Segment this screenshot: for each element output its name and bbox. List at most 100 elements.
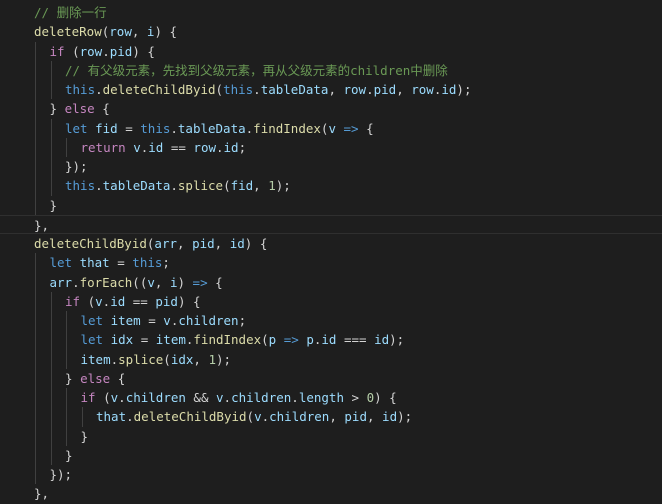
code-token-punc: {: [110, 370, 126, 386]
code-token-var: tableData: [260, 82, 329, 97]
code-text: // 删除一行: [34, 3, 107, 22]
code-line[interactable]: deleteRow(row, i) {: [0, 22, 662, 41]
code-token-punc: (: [80, 293, 96, 309]
code-line[interactable]: if (v.id == pid) {: [0, 292, 662, 311]
code-line[interactable]: item.splice(idx, 1);: [0, 350, 662, 369]
code-token-var: tableData: [102, 178, 171, 194]
code-token-var: fid: [230, 178, 254, 194]
code-token-punc: }: [49, 101, 65, 117]
code-line[interactable]: if (row.pid) {: [0, 42, 662, 61]
code-token-kw: this: [65, 178, 96, 194]
code-line[interactable]: let fid = this.tableData.findIndex(v => …: [0, 119, 662, 138]
code-token-punc: ;: [238, 139, 247, 155]
code-token-kw: =>: [185, 274, 216, 290]
code-token-var: id: [382, 409, 398, 425]
code-text: let fid = this.tableData.findIndex(v => …: [65, 119, 374, 138]
code-token-var: item: [155, 332, 186, 348]
code-text: }: [65, 446, 73, 465]
code-line[interactable]: }: [0, 427, 662, 446]
code-token-var: idx: [170, 351, 194, 367]
code-line[interactable]: this.deleteChildByid(this.tableData, row…: [0, 80, 662, 99]
code-line[interactable]: let that = this;: [0, 253, 662, 272]
code-line[interactable]: });: [0, 157, 662, 176]
code-line[interactable]: // 删除一行: [0, 3, 662, 22]
code-line[interactable]: that.deleteChildByid(v.children, pid, id…: [0, 407, 662, 426]
code-text: },: [34, 484, 49, 503]
code-token-punc: .: [102, 43, 110, 59]
code-token-kw: let: [49, 255, 73, 271]
code-line[interactable]: if (v.children && v.children.length > 0)…: [0, 388, 662, 407]
code-line[interactable]: },: [0, 484, 662, 503]
code-token-punc: }: [65, 370, 81, 386]
code-token-var: v: [254, 409, 262, 425]
code-token-punc: .: [170, 120, 178, 136]
code-token-punc: (: [64, 43, 80, 59]
code-line[interactable]: arr.forEach((v, i) => {: [0, 273, 662, 292]
code-token-op: &&: [185, 390, 217, 405]
code-token-op: ==: [163, 139, 194, 155]
code-token-op: =: [140, 313, 164, 328]
code-text: if (v.id == pid) {: [65, 292, 201, 311]
code-token-punc: .: [126, 409, 134, 425]
code-line[interactable]: return v.id == row.id;: [0, 138, 662, 157]
code-token-punc: (: [223, 178, 231, 194]
code-token-var: id: [229, 236, 245, 251]
code-token-fn: deleteChildByid: [102, 82, 216, 97]
code-token-punc: (: [163, 351, 171, 367]
code-token-punc: (: [261, 332, 269, 348]
code-text: arr.forEach((v, i) => {: [50, 273, 223, 292]
code-token-punc: );: [456, 82, 472, 97]
code-token-var: children: [231, 390, 292, 405]
code-text: that.deleteChildByid(v.children, pid, id…: [96, 407, 412, 426]
code-line[interactable]: }: [0, 446, 662, 465]
code-token-var: pid: [192, 236, 215, 251]
code-editor[interactable]: // 删除一行 deleteRow(row, i) {if (row.pid) {…: [0, 0, 662, 504]
code-token-ctrl: else: [80, 370, 111, 386]
code-token-kw: =>: [335, 120, 367, 136]
code-text: let that = this;: [50, 253, 170, 272]
code-line[interactable]: // 有父级元素，先找到父级元素，再从父级元素的children中删除: [0, 61, 662, 80]
code-token-op: =: [117, 120, 141, 136]
code-token-punc: );: [397, 409, 413, 425]
code-token-punc: .: [110, 351, 119, 367]
code-line[interactable]: }: [0, 196, 662, 215]
code-token-punc: [103, 313, 111, 328]
code-token-kw: this: [65, 82, 96, 97]
code-token-punc: },: [34, 486, 50, 502]
code-token-punc: .: [216, 139, 224, 155]
code-token-fn: splice: [177, 178, 224, 194]
code-token-punc: ,: [131, 24, 147, 40]
code-token-punc: {: [366, 120, 374, 136]
code-text: });: [50, 465, 73, 484]
code-text: this.deleteChildByid(this.tableData, row…: [65, 80, 471, 99]
code-token-var: p: [306, 332, 314, 348]
code-line[interactable]: this.tableData.splice(fid, 1);: [0, 176, 662, 195]
code-token-fn: deleteRow: [34, 24, 102, 40]
code-line[interactable]: });: [0, 465, 662, 484]
code-line[interactable]: let item = v.children;: [0, 311, 662, 330]
code-line[interactable]: } else {: [0, 99, 662, 118]
current-code-line[interactable]: },: [0, 214, 662, 234]
code-text: }: [81, 427, 89, 446]
code-token-punc: }: [65, 447, 73, 463]
code-line[interactable]: let idx = item.findIndex(p => p.id === i…: [0, 330, 662, 349]
code-line[interactable]: } else {: [0, 369, 662, 388]
code-token-var: pid: [155, 293, 178, 309]
code-text: let item = v.children;: [81, 311, 247, 330]
code-text: deleteChildByid(arr, pid, id) {: [34, 234, 267, 253]
code-token-var: v: [163, 313, 171, 328]
code-token-var: v: [147, 274, 155, 290]
code-line[interactable]: deleteChildByid(arr, pid, id) {: [0, 234, 662, 253]
code-token-punc: .: [253, 82, 261, 97]
code-token-punc: ,: [154, 274, 170, 290]
code-token-punc: ,: [193, 351, 209, 367]
code-token-ctrl: if: [65, 293, 81, 309]
code-token-op: =: [133, 332, 156, 348]
code-token-var: children: [269, 409, 330, 425]
code-token-var: row: [343, 82, 367, 97]
code-token-punc: ) {: [132, 43, 155, 59]
code-token-var: row: [79, 43, 103, 59]
code-token-var: children: [178, 313, 239, 328]
code-token-punc: .: [95, 178, 103, 194]
code-token-var: v: [216, 390, 224, 405]
